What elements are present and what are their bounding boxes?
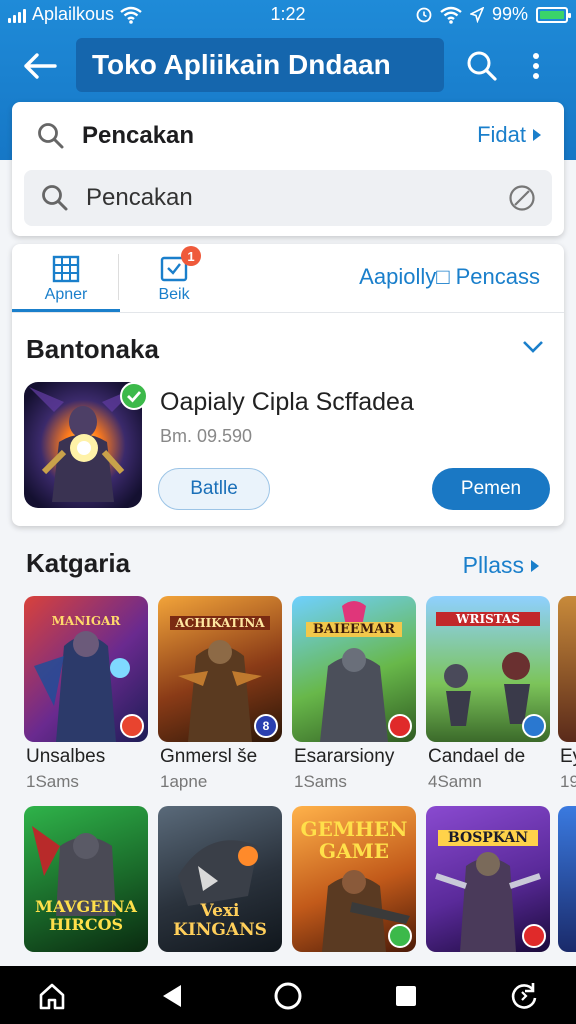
tile-art-text: MANIGAR <box>51 614 121 628</box>
tile-name: Esararsiony <box>294 746 395 767</box>
tile-badge-icon <box>522 714 546 738</box>
tile-art-text: GEMHEN GAME <box>300 817 408 863</box>
tile-subtitle: 1apne <box>160 772 208 791</box>
game-tile[interactable]: ACHIKATINA 8 <box>158 596 282 742</box>
tile-badge-icon <box>120 714 144 738</box>
game-tile[interactable]: Vexi KINGANS <box>158 806 282 952</box>
tile-badge-icon <box>522 924 546 948</box>
search-link-label: Fidat <box>477 122 526 147</box>
search-header: Pencakan <box>36 116 194 156</box>
tile-name: Candael de <box>428 746 526 767</box>
circle-home-icon <box>274 982 302 1010</box>
more-vert-icon <box>533 53 539 79</box>
tile-art-text: BAIEEMAR <box>306 622 402 637</box>
game-tile[interactable]: WRISTAS <box>426 596 550 742</box>
tile-subtitle: 19 <box>560 772 576 791</box>
triangle-back-icon <box>163 985 181 1007</box>
inbox-icon: 1 <box>159 246 201 284</box>
more-button[interactable] <box>514 44 558 88</box>
caret-right-icon <box>531 559 539 572</box>
home-nav-button[interactable] <box>30 974 74 1018</box>
tab-beik[interactable]: 1 Beik <box>120 244 228 312</box>
clear-icon[interactable] <box>508 184 536 212</box>
tile-subtitle: 1Sams <box>26 772 79 791</box>
tile-badge-icon <box>388 714 412 738</box>
tile-name: Gnmersl še <box>160 746 258 767</box>
search-input-value: Pencakan <box>86 184 193 211</box>
search-link[interactable]: Fidat <box>477 122 542 148</box>
secondary-button[interactable]: Batlle <box>158 468 270 510</box>
tile-name: Unsalbes <box>26 746 106 767</box>
arrow-left-icon <box>24 53 57 79</box>
caret-right-icon <box>533 129 541 141</box>
search-icon <box>42 185 68 211</box>
recents-nav-button[interactable] <box>384 974 428 1018</box>
location-icon <box>469 6 484 23</box>
game-tile[interactable]: BAIEEMAR <box>292 596 416 742</box>
search-title: Pencakan <box>82 122 195 149</box>
search-icon <box>467 51 497 81</box>
battery-percent: 99% <box>491 4 528 24</box>
tile-name: Ey <box>560 746 576 767</box>
tile-art-text: Vexi KINGANS <box>173 901 267 940</box>
game-tile[interactable]: GEMHEN GAME <box>292 806 416 952</box>
game-tile[interactable] <box>558 806 576 952</box>
tile-badge-icon: 8 <box>254 714 278 738</box>
search-input[interactable]: Pencakan <box>24 170 552 226</box>
category-title: Katgaria <box>26 548 131 578</box>
tab-apner[interactable]: Apner <box>12 244 120 312</box>
battery-icon <box>536 6 571 23</box>
primary-button[interactable]: Pemen <box>432 468 550 510</box>
game-tile[interactable] <box>558 596 576 742</box>
home-circle-button[interactable] <box>266 974 310 1018</box>
wifi-icon <box>440 6 462 24</box>
section-title: Bantonaka <box>26 334 159 364</box>
game-tile[interactable]: MANIGAR <box>24 596 148 742</box>
tile-art-text: MAVGEINA HIRCOS <box>35 897 137 934</box>
back-button[interactable] <box>16 44 64 88</box>
category-more-label: Pllass <box>462 552 524 578</box>
search-button[interactable] <box>460 44 504 88</box>
app-bar: Toko Apliikain Dndaan <box>0 30 576 102</box>
alarm-icon <box>416 7 432 22</box>
installed-check-icon <box>120 382 148 410</box>
system-nav-bar <box>0 966 576 1024</box>
chevron-down-icon[interactable] <box>522 340 544 354</box>
divider <box>12 312 564 313</box>
status-bar: Aplailkous 1:22 99% <box>0 0 576 30</box>
tab-label: Apner <box>44 286 88 303</box>
game-tile[interactable]: BOSPKAN <box>426 806 550 952</box>
grid-icon <box>51 254 81 284</box>
square-recents-icon <box>396 986 416 1006</box>
notification-badge: 1 <box>181 246 201 266</box>
back-nav-button[interactable] <box>150 974 194 1018</box>
search-card: Pencakan Fidat Pencakan <box>12 102 564 236</box>
status-icons: 99% <box>416 4 571 25</box>
tile-subtitle: 1Sams <box>294 772 347 791</box>
featured-app-size: Bm. 09.590 <box>160 426 253 446</box>
tile-subtitle: 4Samn <box>428 772 482 791</box>
installed-check-icon <box>388 924 412 948</box>
search-icon <box>38 123 64 149</box>
rotate-nav-button[interactable] <box>502 974 546 1018</box>
featured-card: Apner 1 Beik Aapiolly□ Pencass Bantonaka… <box>12 244 564 526</box>
tile-art-text: ACHIKATINA <box>170 616 270 630</box>
tab-separator <box>118 254 119 300</box>
tab-label: Beik <box>158 286 190 303</box>
category-more-link[interactable]: Pllass <box>463 552 540 579</box>
tabs-right-link[interactable]: Aapiolly□ Pencass <box>359 264 540 290</box>
game-tile[interactable]: MAVGEINA HIRCOS <box>24 806 148 952</box>
tile-art-text: WRISTAS <box>436 612 540 626</box>
rotate-icon <box>511 983 537 1009</box>
tile-art-text: BOSPKAN <box>438 830 538 846</box>
page-title: Toko Apliikain Dndaan <box>76 38 444 92</box>
featured-app-name[interactable]: Oapialy Cipla Scffadea <box>160 388 414 417</box>
home-icon <box>39 983 65 1010</box>
